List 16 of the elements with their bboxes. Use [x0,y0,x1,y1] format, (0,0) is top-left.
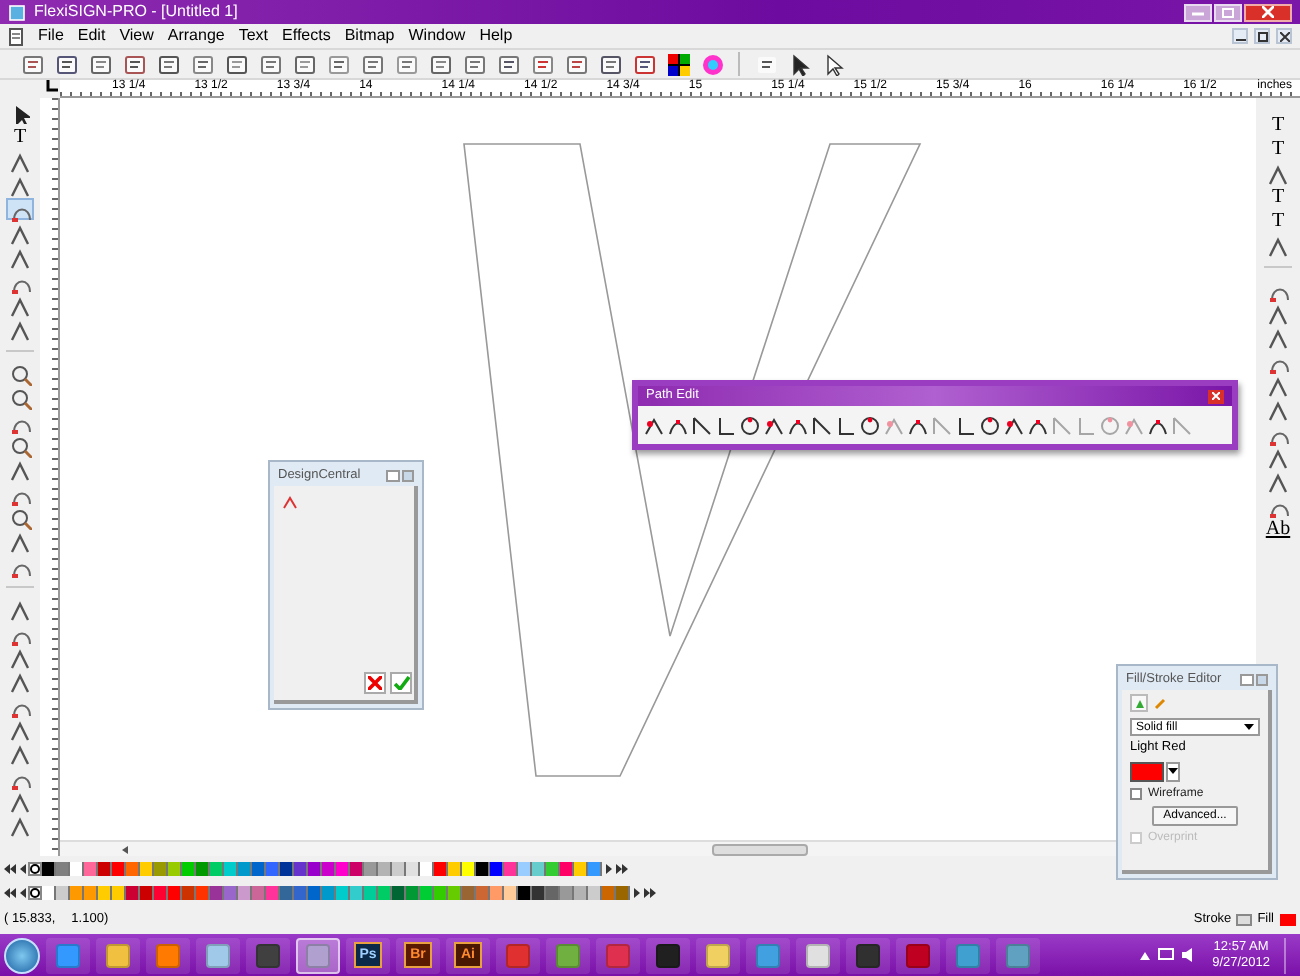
tool-button[interactable]: Ab [1264,518,1292,540]
tool-button[interactable]: T [1264,186,1292,208]
menu-item[interactable]: View [119,28,154,44]
menu-item[interactable]: Bitmap [344,28,395,44]
tool-button[interactable]: T [1264,114,1292,136]
menu-item[interactable]: Edit [77,28,106,44]
tool-button[interactable]: T [6,126,34,148]
menu-item[interactable]: Effects [282,28,331,44]
tool-button[interactable]: T [1264,138,1292,160]
window-title: FlexiSIGN-PRO - [Untitled 1] [34,4,238,20]
menu-item[interactable]: File [38,28,64,44]
tool-button[interactable]: T [1264,210,1292,232]
menu-item[interactable]: Text [238,28,269,44]
menu-item[interactable]: Window [408,28,466,44]
menu-item[interactable]: Arrange [167,28,225,44]
menu-item[interactable]: Help [479,28,513,44]
